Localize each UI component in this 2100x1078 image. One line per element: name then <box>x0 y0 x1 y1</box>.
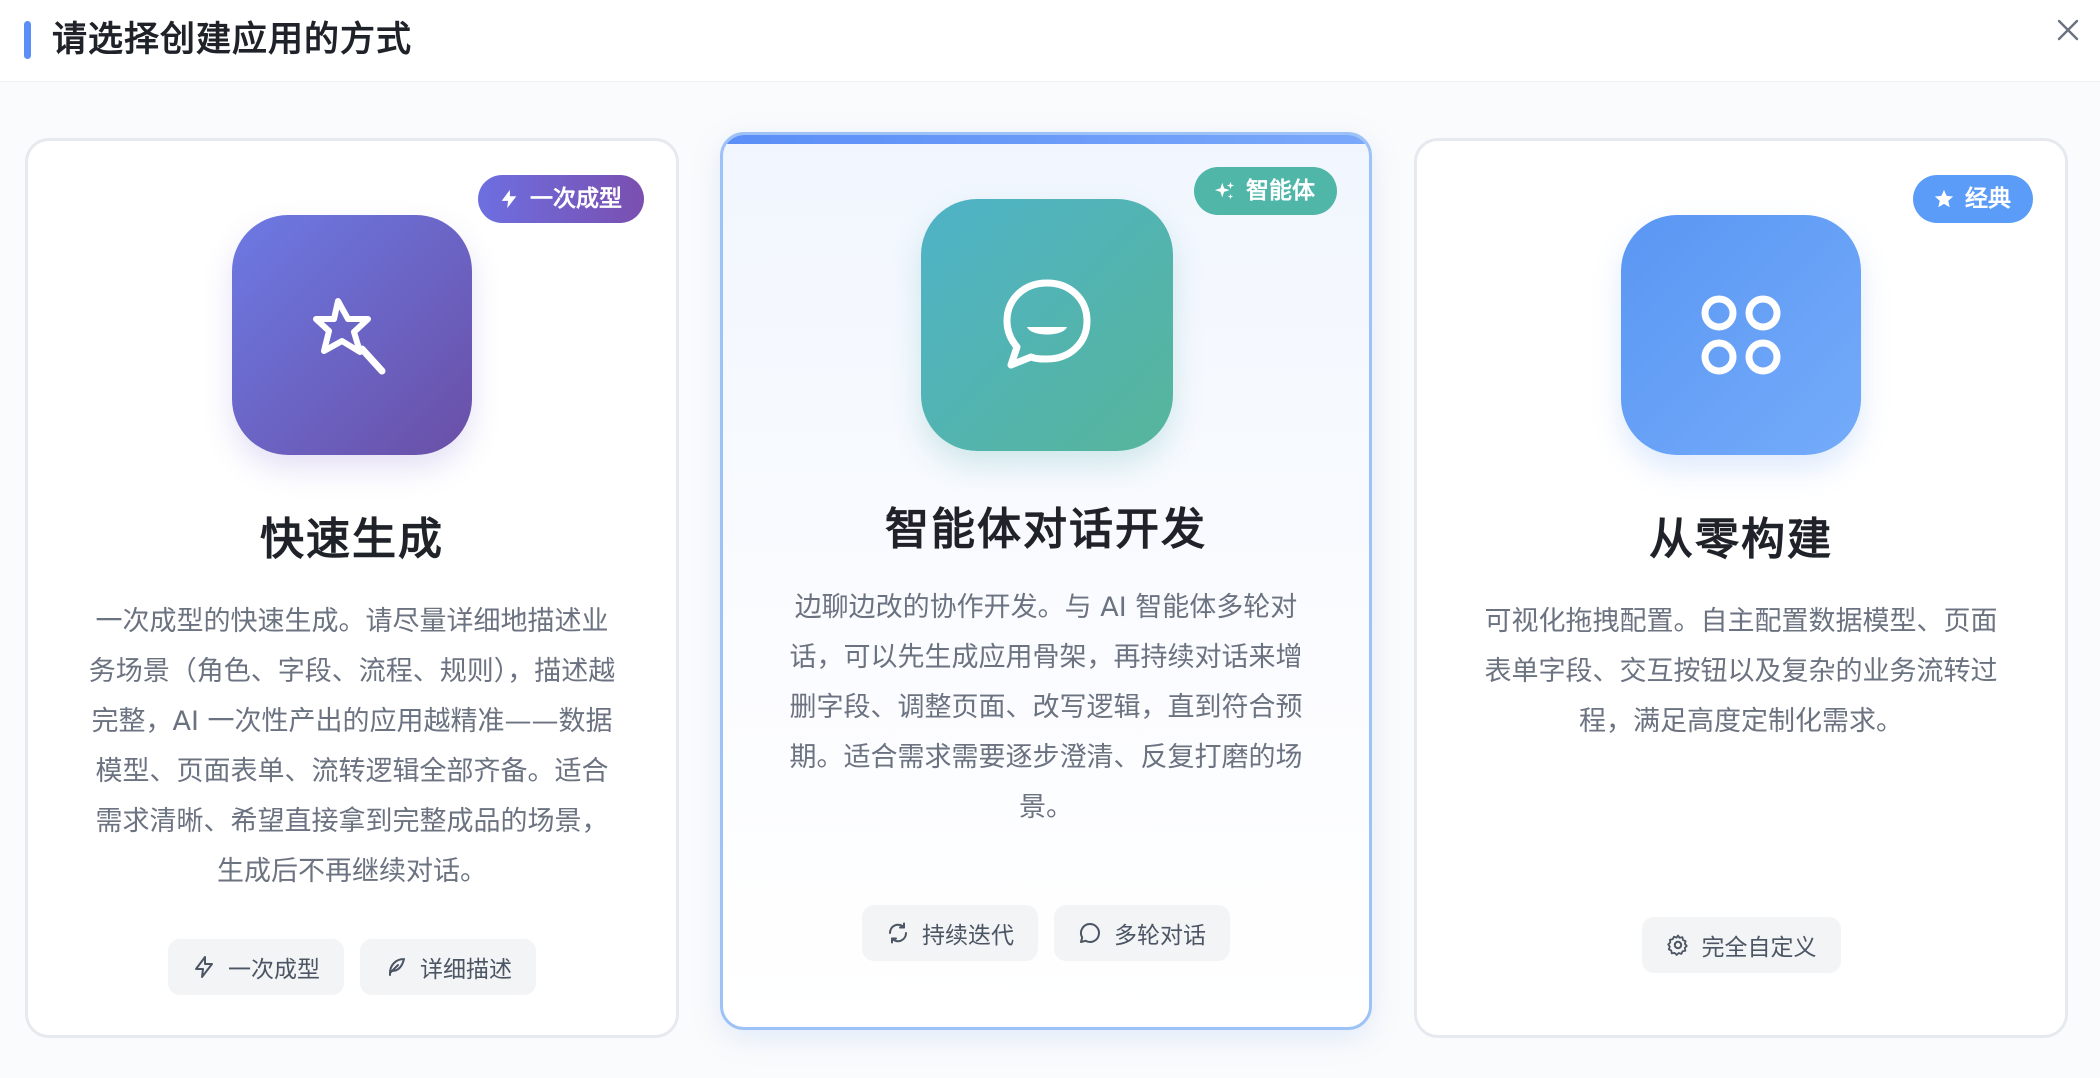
sparkle-icon <box>1214 181 1235 200</box>
lightning-icon <box>501 189 517 209</box>
card-badge: 智能体 <box>1194 167 1337 215</box>
card-app-icon <box>1621 215 1861 455</box>
selected-indicator <box>723 135 1369 144</box>
card-title: 智能体对话开发 <box>885 504 1207 555</box>
chip-label: 详细描述 <box>420 957 512 983</box>
close-button[interactable] <box>2050 12 2086 48</box>
card-chips: 持续迭代 多轮对话 <box>723 905 1369 961</box>
option-card-agent-dialog[interactable]: 智能体 智能体对话开发 边聊边改的协作开发。与 AI 智能体多轮对话，可以先生成… <box>720 132 1372 1030</box>
chip-one-shot: 一次成型 <box>168 939 344 995</box>
card-title: 从零构建 <box>1649 514 1833 565</box>
chip-multi-turn: 多轮对话 <box>1054 905 1230 961</box>
card-description: 可视化拖拽配置。自主配置数据模型、页面表单字段、交互按钮以及复杂的业务流转过程，… <box>1484 606 1998 737</box>
badge-label: 一次成型 <box>530 185 622 212</box>
chip-label: 持续迭代 <box>922 923 1014 949</box>
card-chips: 一次成型 详细描述 <box>28 939 676 995</box>
card-title: 快速生成 <box>260 514 444 565</box>
chip-detailed-description: 详细描述 <box>360 939 536 995</box>
card-description: 一次成型的快速生成。请尽量详细地描述业务场景（角色、字段、流程、规则），描述越完… <box>88 606 616 887</box>
badge-label: 智能体 <box>1246 177 1315 204</box>
option-card-build-from-scratch[interactable]: 经典 从零构建 可视化拖拽配置。自主配置数据模型、页面表单字段、交互按钮以及复杂… <box>1414 138 2068 1038</box>
badge-label: 经典 <box>1965 185 2011 212</box>
message-circle-icon <box>1080 923 1100 943</box>
gear-icon <box>1666 934 1688 956</box>
dialog-header: 请选择创建应用的方式 <box>0 0 2100 82</box>
star-icon <box>1934 189 1954 208</box>
chip-label: 一次成型 <box>228 957 320 983</box>
chat-bubble-icon <box>1003 279 1091 369</box>
chip-label: 完全自定义 <box>1701 935 1817 961</box>
card-description: 边聊边改的协作开发。与 AI 智能体多轮对话，可以先生成应用骨架，再持续对话来增… <box>789 592 1303 823</box>
card-app-icon <box>232 215 472 455</box>
chip-label: 多轮对话 <box>1114 923 1206 949</box>
card-chips: 完全自定义 <box>1417 917 2065 973</box>
refresh-icon <box>888 922 908 944</box>
chip-fully-custom: 完全自定义 <box>1641 917 1841 973</box>
lightning-icon <box>195 956 213 978</box>
feather-icon <box>389 958 405 976</box>
option-card-quick-generate[interactable]: 一次成型 快速生成 一次成型的快速生成。请尽量详细地描述业务场景（角色、字段、流… <box>25 138 679 1038</box>
card-badge: 一次成型 <box>478 175 644 223</box>
chip-continuous-iteration: 持续迭代 <box>862 905 1038 961</box>
magic-wand-icon <box>313 298 386 375</box>
header-accent-bar <box>24 21 31 59</box>
card-app-icon <box>921 199 1173 451</box>
close-icon <box>2057 19 2079 41</box>
card-badge: 经典 <box>1913 175 2033 223</box>
grid-circles-icon <box>1701 295 1781 375</box>
dialog-title: 请选择创建应用的方式 <box>52 20 413 60</box>
